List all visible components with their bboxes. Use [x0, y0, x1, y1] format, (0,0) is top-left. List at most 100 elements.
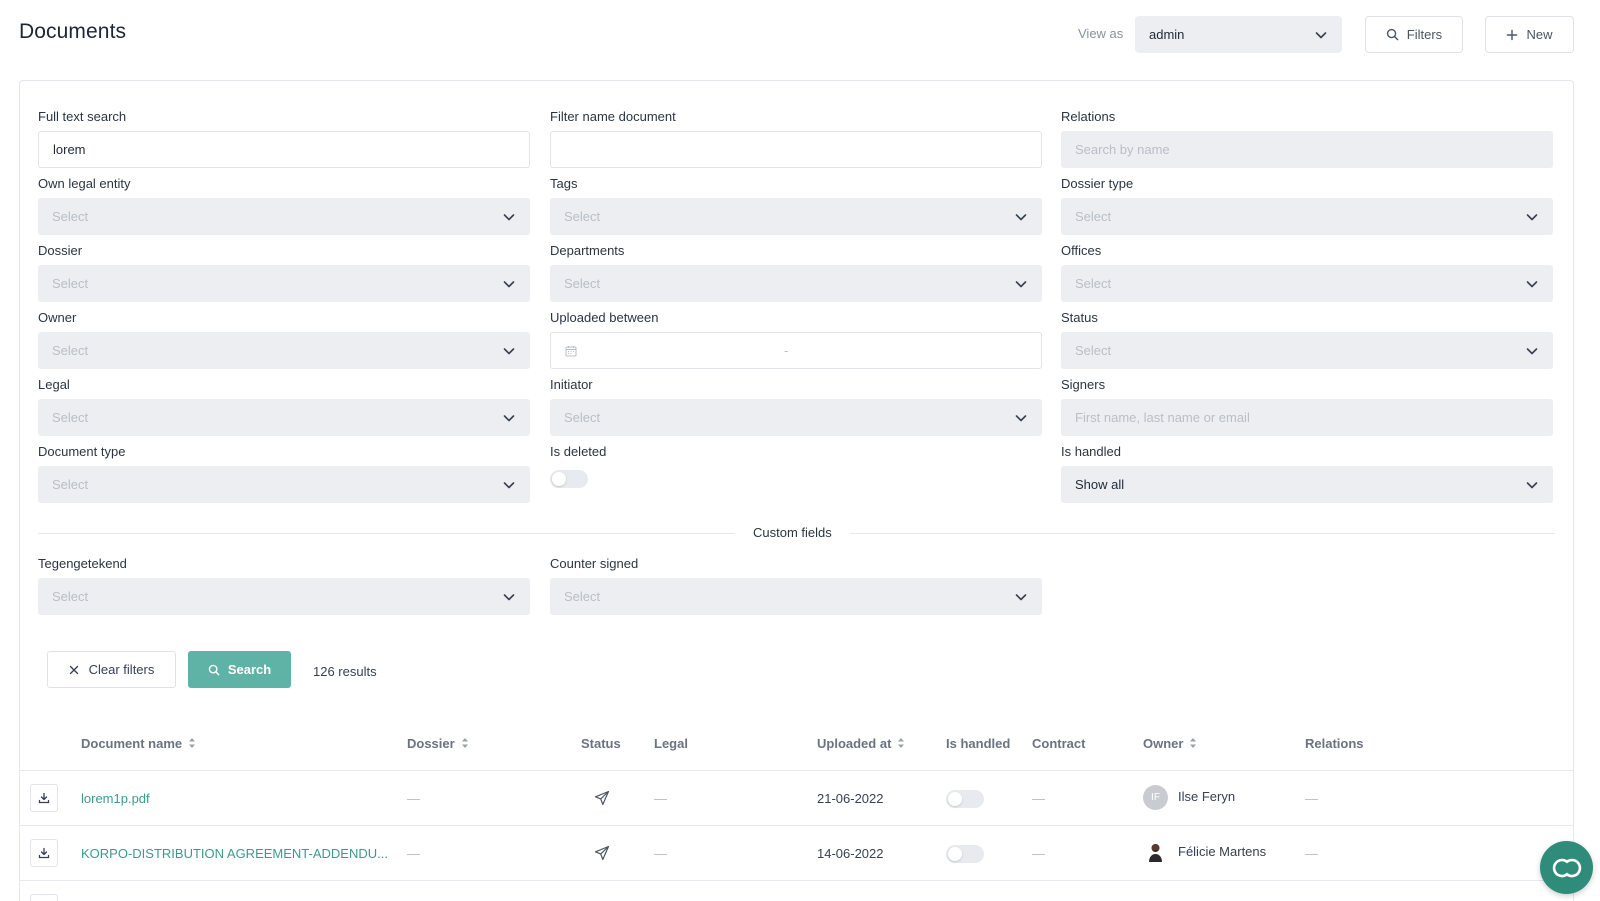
- initiator-field: Initiator Select: [550, 377, 1042, 436]
- relations-cell: —: [1305, 791, 1318, 806]
- chevron-down-icon: [503, 213, 515, 220]
- relations-cell: —: [1305, 846, 1318, 861]
- column-label: Dossier: [407, 735, 455, 751]
- departments-select[interactable]: Select: [550, 265, 1042, 302]
- send-icon: [594, 790, 610, 806]
- table-row[interactable]: KORPO-DISTRIBUTION AGREEMENT-ADDENDU... …: [20, 825, 1573, 880]
- field-label: Full text search: [38, 109, 127, 124]
- initiator-select[interactable]: Select: [550, 399, 1042, 436]
- relations-field: Relations Search by name: [1061, 109, 1553, 168]
- table-row[interactable]: [20, 880, 1573, 901]
- view-as-value: admin: [1149, 27, 1185, 42]
- search-button-label: Search: [227, 662, 272, 677]
- filter-name-document-input[interactable]: [550, 131, 1042, 168]
- column-header-document-name[interactable]: Document name: [81, 735, 196, 751]
- new-button[interactable]: New: [1485, 16, 1574, 53]
- field-label: Relations: [1061, 109, 1116, 124]
- column-header-contract: Contract: [1032, 735, 1085, 751]
- custom-fields-heading: Custom fields: [735, 525, 850, 540]
- signers-placeholder: First name, last name or email: [1075, 410, 1250, 425]
- uploaded-between-field: Uploaded between -: [550, 310, 1042, 369]
- field-label: Legal: [38, 377, 70, 392]
- page-title: Documents: [19, 20, 127, 43]
- tags-field: Tags Select: [550, 176, 1042, 235]
- offices-select[interactable]: Select: [1061, 265, 1553, 302]
- results-count: 126 results: [313, 664, 377, 679]
- view-as-label: View as: [1078, 26, 1124, 41]
- relations-input[interactable]: Search by name: [1061, 131, 1553, 168]
- column-header-is-handled: Is handled: [946, 735, 1010, 751]
- dossier-select[interactable]: Select: [38, 265, 530, 302]
- column-header-owner[interactable]: Owner: [1143, 735, 1197, 751]
- chevron-down-icon: [1015, 280, 1027, 287]
- page-header: Documents View as admin Filters New: [0, 0, 1600, 70]
- table-row[interactable]: lorem1p.pdf — — 21-06-2022 — IF Ilse Fer…: [20, 770, 1573, 825]
- offices-field: Offices Select: [1061, 243, 1553, 302]
- relations-placeholder: Search by name: [1075, 142, 1170, 157]
- status-field: Status Select: [1061, 310, 1553, 369]
- column-label: Relations: [1305, 735, 1364, 751]
- column-label: Document name: [81, 735, 183, 751]
- field-label: Filter name document: [550, 109, 676, 124]
- column-label: Status: [581, 735, 621, 751]
- download-button[interactable]: [30, 784, 58, 812]
- dossier-type-field: Dossier type Select: [1061, 176, 1553, 235]
- field-label: Initiator: [550, 377, 593, 392]
- chevron-down-icon: [503, 347, 515, 354]
- legal-field: Legal Select: [38, 377, 530, 436]
- chevron-down-icon: [1526, 347, 1538, 354]
- counter-signed-select[interactable]: Select: [550, 578, 1042, 615]
- select-placeholder: Select: [52, 589, 89, 604]
- plus-icon: [1507, 29, 1518, 40]
- legal-cell: —: [654, 846, 667, 861]
- is-handled-field: Is handled Show all: [1061, 444, 1553, 503]
- status-select[interactable]: Select: [1061, 332, 1553, 369]
- owner-select[interactable]: Select: [38, 332, 530, 369]
- field-label: Signers: [1061, 377, 1106, 392]
- column-label: Is handled: [946, 735, 1011, 751]
- download-icon: [38, 847, 50, 859]
- is-handled-toggle[interactable]: [946, 790, 984, 808]
- sort-icon: [1190, 738, 1197, 748]
- chat-widget-button[interactable]: [1540, 841, 1593, 894]
- column-header-dossier[interactable]: Dossier: [407, 735, 469, 751]
- download-button[interactable]: [30, 839, 58, 867]
- new-button-label: New: [1526, 27, 1553, 42]
- view-as-select[interactable]: admin: [1135, 16, 1342, 53]
- dossier-cell: —: [407, 846, 420, 861]
- select-placeholder: Select: [564, 410, 601, 425]
- column-header-status: Status: [581, 735, 621, 751]
- own-legal-entity-select[interactable]: Select: [38, 198, 530, 235]
- document-name-link[interactable]: lorem1p.pdf: [81, 791, 150, 806]
- legal-select[interactable]: Select: [38, 399, 530, 436]
- chevron-down-icon: [1315, 31, 1327, 38]
- chevron-down-icon: [503, 414, 515, 421]
- document-name-link[interactable]: KORPO-DISTRIBUTION AGREEMENT-ADDENDU...: [81, 846, 388, 861]
- is-handled-toggle[interactable]: [946, 845, 984, 863]
- uploaded-between-input[interactable]: -: [550, 332, 1042, 369]
- is-handled-select[interactable]: Show all: [1061, 466, 1553, 503]
- uploaded-at-cell: 21-06-2022: [817, 791, 884, 806]
- tegengetekend-select[interactable]: Select: [38, 578, 530, 615]
- is-deleted-toggle[interactable]: [550, 470, 588, 488]
- field-label: Owner: [38, 310, 77, 325]
- chat-logo-icon: [1552, 858, 1581, 877]
- dossier-type-select[interactable]: Select: [1061, 198, 1553, 235]
- departments-field: Departments Select: [550, 243, 1042, 302]
- signers-input[interactable]: First name, last name or email: [1061, 399, 1553, 436]
- full-text-search-input[interactable]: lorem: [38, 131, 530, 168]
- full-text-search-value: lorem: [53, 142, 86, 157]
- tags-select[interactable]: Select: [550, 198, 1042, 235]
- is-handled-value: Show all: [1075, 477, 1125, 492]
- document-type-select[interactable]: Select: [38, 466, 530, 503]
- column-header-uploaded-at[interactable]: Uploaded at: [817, 735, 905, 751]
- owner-cell: Ilse Feryn: [1178, 789, 1236, 804]
- chevron-down-icon: [503, 481, 515, 488]
- download-button[interactable]: [30, 894, 58, 901]
- legal-cell: —: [654, 791, 667, 806]
- chevron-down-icon: [1015, 593, 1027, 600]
- sort-icon: [898, 738, 905, 748]
- clear-filters-button[interactable]: Clear filters: [47, 651, 176, 688]
- filters-button[interactable]: Filters: [1365, 16, 1463, 53]
- search-button[interactable]: Search: [188, 651, 291, 688]
